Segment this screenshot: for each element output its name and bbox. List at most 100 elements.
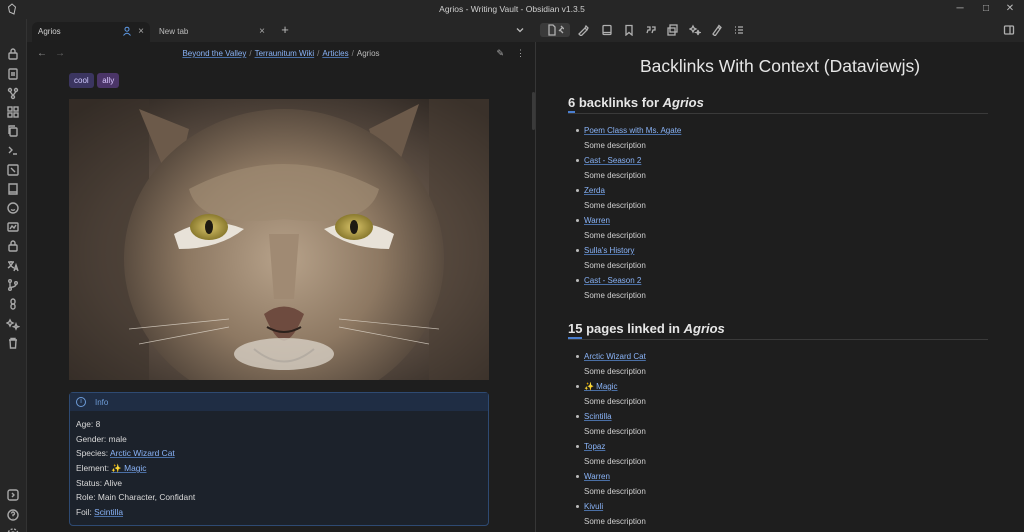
sparkle-icon[interactable] <box>687 23 703 37</box>
right-pane-toolbar <box>535 19 1024 42</box>
breadcrumb-item[interactable]: Terraunitum Wiki <box>255 49 315 58</box>
info-line-element: Element: ✨ Magic <box>76 463 147 474</box>
lock-icon-2[interactable] <box>6 239 20 253</box>
info-line-species: Species: Arctic Wizard Cat <box>76 448 175 459</box>
backlink[interactable]: Zerda <box>584 186 605 195</box>
new-tab-button[interactable]: + <box>278 22 292 38</box>
trash-icon[interactable] <box>6 336 20 350</box>
terminal-icon[interactable] <box>6 143 20 157</box>
outline-icon[interactable] <box>731 23 747 37</box>
page-title: Backlinks With Context (Dataviewjs) <box>639 56 921 76</box>
outlink[interactable]: ✨ Magic <box>584 382 618 391</box>
info-line-gender: Gender: male <box>76 433 127 444</box>
outlink[interactable]: Warren <box>584 472 610 481</box>
multi-file-icon[interactable] <box>665 23 681 37</box>
slides-icon[interactable] <box>6 220 20 234</box>
edit-pencil-icon[interactable]: ✎ <box>496 48 504 58</box>
breadcrumb-item[interactable]: Articles <box>322 49 348 58</box>
list-item: Warren Some description <box>574 472 994 502</box>
close-window-button[interactable]: ✕ <box>1000 2 1020 16</box>
more-options-icon[interactable]: ⋮ <box>516 48 525 58</box>
pen-icon[interactable] <box>709 23 725 38</box>
tab-label: Agrios <box>38 27 61 36</box>
foil-link[interactable]: Scintilla <box>94 507 123 517</box>
lynx-photo <box>69 99 489 380</box>
callout-header[interactable]: i Info <box>70 393 488 411</box>
sparkles-icon[interactable] <box>5 317 21 331</box>
lock-icon[interactable] <box>6 47 20 61</box>
backlink[interactable]: Sulla's History <box>584 246 634 255</box>
backlink[interactable]: Poem Class with Ms. Agate <box>584 126 681 135</box>
close-tab-icon[interactable]: × <box>138 26 144 37</box>
settings-gear-icon[interactable] <box>6 527 20 532</box>
editor-pane-right: Backlinks With Context (Dataviewjs) 6 ba… <box>536 42 1024 532</box>
outlinks-list: Arctic Wizard Cat Some description ✨ Magi… <box>574 352 994 532</box>
chain-icon[interactable] <box>6 297 20 311</box>
breadcrumb-item[interactable]: Beyond the Valley <box>182 49 246 58</box>
title-bar: Agrios - Writing Vault - Obsidian v1.3.5… <box>0 0 1024 19</box>
copy-icon[interactable] <box>6 124 20 138</box>
help-icon[interactable] <box>6 508 20 522</box>
outlinks-heading: 15 pages linked in Agrios <box>568 321 988 340</box>
breadcrumb-current: Agrios <box>356 49 380 58</box>
list-item: Cast - Season 2 Some description <box>574 276 994 306</box>
tab-new-tab[interactable]: New tab × <box>153 22 271 42</box>
backlinks-list: Poem Class with Ms. Agate Some descriptio… <box>574 126 994 306</box>
info-line-age: Age: 8 <box>76 419 101 429</box>
species-link[interactable]: Arctic Wizard Cat <box>110 448 175 458</box>
chevron-down-icon[interactable] <box>514 24 526 36</box>
tag-ally[interactable]: ally <box>97 73 120 88</box>
tab-agrios[interactable]: Agrios × <box>32 22 150 42</box>
list-item: Topaz Some description <box>574 442 994 472</box>
tag-list: cool ally <box>69 73 120 88</box>
maximize-button[interactable]: □ <box>976 2 996 16</box>
sidebar-toggle-icon[interactable] <box>1001 23 1017 37</box>
tab-strip: Agrios × New tab × + <box>27 19 535 42</box>
list-item: Cast - Season 2 Some description <box>574 156 994 186</box>
close-tab-icon[interactable]: × <box>259 26 265 37</box>
book-icon[interactable] <box>6 182 20 196</box>
tag-cool[interactable]: cool <box>69 73 94 88</box>
file-pin-button[interactable] <box>540 23 570 37</box>
minimize-button[interactable]: ─ <box>950 2 970 16</box>
breadcrumb: Beyond the Valley / Terraunitum Wiki / Artic… <box>182 49 380 58</box>
outlink[interactable]: Topaz <box>584 442 605 451</box>
canvas-icon[interactable] <box>6 105 20 119</box>
person-icon[interactable] <box>122 26 132 36</box>
vault-switch-icon[interactable] <box>6 488 20 502</box>
editor-pane-left: ← → Beyond the Valley / Terraunitum Wiki / A… <box>27 42 535 532</box>
quote-icon[interactable] <box>643 23 659 37</box>
graph-icon[interactable] <box>6 86 20 100</box>
list-item: Scintilla Some description <box>574 412 994 442</box>
info-line-status: Status: Alive <box>76 477 123 488</box>
outlink[interactable]: Kivuli <box>584 502 603 511</box>
list-item: ✨ Magic Some description <box>574 382 994 412</box>
translate-icon[interactable] <box>6 259 20 273</box>
smile-icon[interactable] <box>6 201 20 215</box>
backlink[interactable]: Cast - Season 2 <box>584 156 641 165</box>
outlink[interactable]: Scintilla <box>584 412 612 421</box>
outlink[interactable]: Arctic Wizard Cat <box>584 352 646 361</box>
command-icon[interactable] <box>6 163 20 177</box>
info-callout: i Info Age: 8 Gender: male Species: Arct… <box>69 392 489 526</box>
list-item: Sulla's History Some description <box>574 246 994 276</box>
info-icon: i <box>76 397 86 407</box>
info-line-role: Role: Main Character, Confidant <box>76 492 196 503</box>
element-link[interactable]: ✨ Magic <box>111 463 146 473</box>
files-icon[interactable] <box>6 67 20 81</box>
bookmark-icon[interactable] <box>621 23 637 37</box>
left-ribbon <box>0 19 27 532</box>
backlink[interactable]: Cast - Season 2 <box>584 276 641 285</box>
backlink[interactable]: Warren <box>584 216 610 225</box>
list-item: Warren Some description <box>574 216 994 246</box>
git-branch-icon[interactable] <box>6 278 20 292</box>
ink-icon[interactable] <box>575 23 591 37</box>
window-title: Agrios - Writing Vault - Obsidian v1.3.5 <box>439 4 585 14</box>
list-item: Poem Class with Ms. Agate Some descriptio… <box>574 126 994 156</box>
pane-actions: ✎ ⋮ <box>496 48 525 59</box>
reading-icon[interactable] <box>599 23 615 37</box>
callout-title: Info <box>95 397 109 407</box>
backlinks-heading: 6 backlinks for Agrios <box>568 95 988 114</box>
callout-body: Age: 8 Gender: male Species: Arctic Wiza… <box>70 411 488 530</box>
list-item: Kivuli Some description <box>574 502 994 532</box>
